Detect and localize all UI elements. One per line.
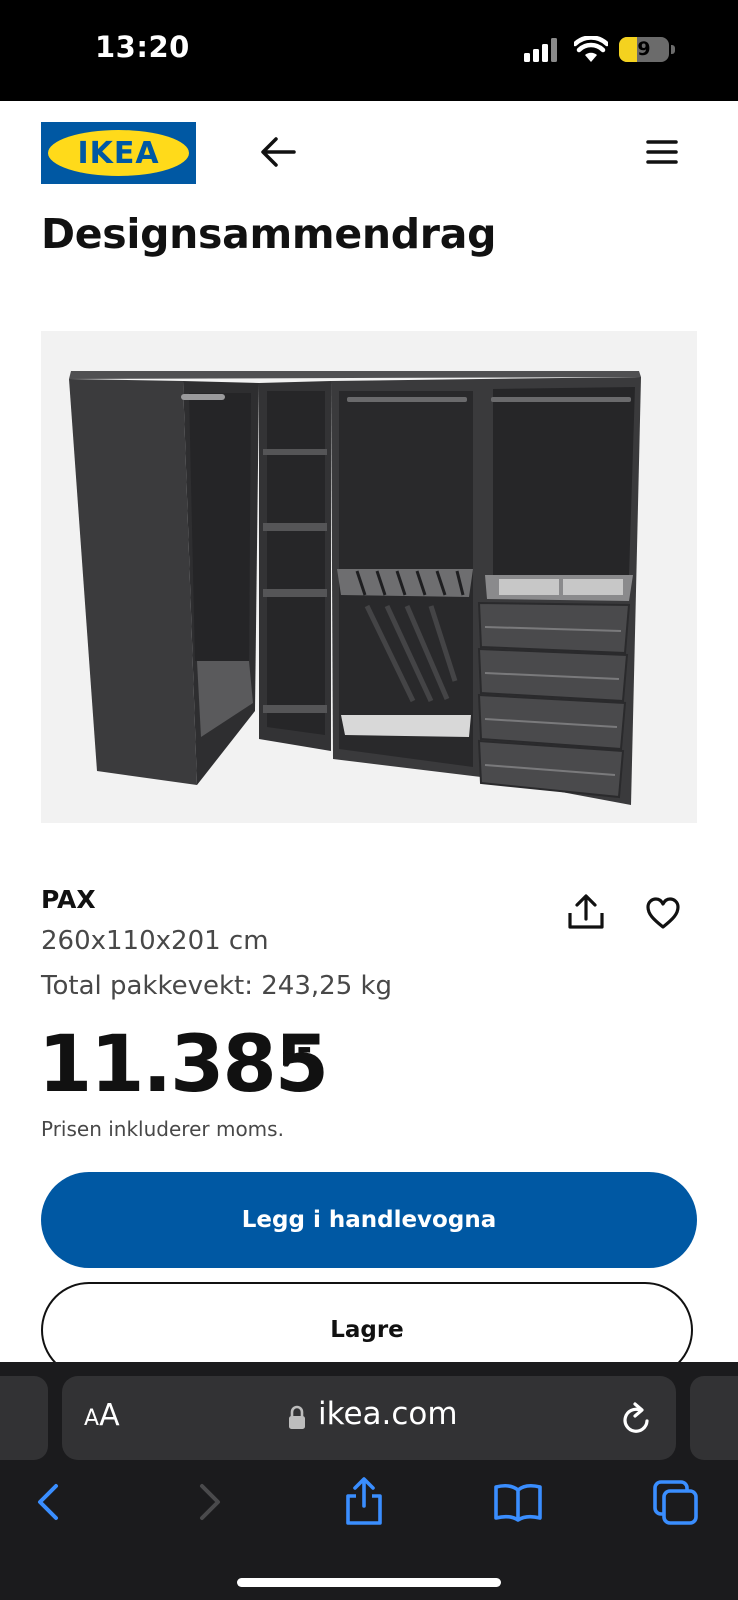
price-suffix: ,- [282, 1026, 313, 1070]
reload-icon[interactable] [619, 1401, 653, 1437]
text-size-big-label: A [99, 1398, 120, 1433]
add-to-cart-button[interactable]: Legg i handlevogna [41, 1172, 697, 1268]
favourite-heart-icon[interactable] [645, 896, 681, 930]
wifi-icon [574, 36, 608, 62]
vat-note: Prisen inkluderer moms. [41, 1117, 284, 1141]
product-dimensions: 260x110x201 cm [41, 926, 269, 956]
previous-tab-peek[interactable] [0, 1376, 48, 1460]
cellular-signal-icon [524, 38, 560, 62]
share-icon[interactable] [566, 893, 606, 931]
battery-icon: 9 [619, 37, 669, 62]
status-time: 13:20 [95, 30, 190, 64]
hamburger-menu-icon[interactable] [646, 137, 678, 167]
status-bar: 13:20 9 [0, 0, 738, 101]
next-tab-peek[interactable] [690, 1376, 738, 1460]
wardrobe-illustration [69, 371, 641, 805]
battery-level: 9 [637, 38, 651, 60]
browser-back-icon[interactable] [32, 1482, 64, 1522]
text-size-button[interactable]: AA [84, 1398, 120, 1433]
home-indicator [237, 1578, 501, 1587]
text-size-small-label: A [84, 1406, 100, 1431]
product-weight: Total pakkevekt: 243,25 kg [41, 971, 393, 1001]
back-arrow-icon[interactable] [258, 134, 298, 170]
lock-icon [289, 1405, 305, 1429]
logo-text: IKEA [77, 135, 160, 171]
browser-share-icon[interactable] [342, 1476, 386, 1526]
browser-bookmarks-icon[interactable] [493, 1482, 543, 1522]
page-title: Designsammendrag [41, 210, 497, 258]
product-name: PAX [41, 885, 96, 914]
product-image[interactable] [41, 331, 697, 823]
url-text[interactable]: ikea.com [318, 1396, 458, 1432]
ikea-logo[interactable]: IKEA [41, 122, 196, 184]
browser-tabs-icon[interactable] [651, 1478, 699, 1526]
browser-forward-icon[interactable] [194, 1482, 226, 1522]
